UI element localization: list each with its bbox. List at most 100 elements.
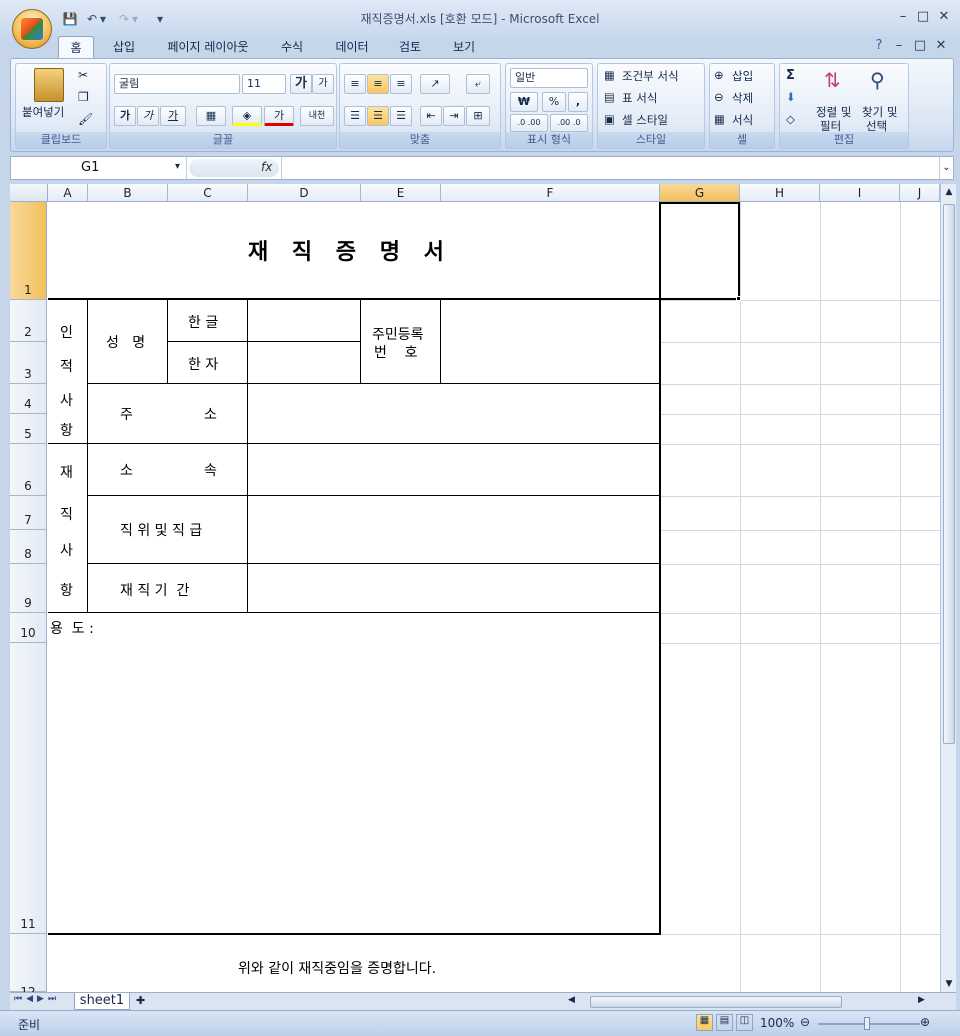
label-sa-2[interactable]: 사: [60, 540, 73, 560]
column-header-b[interactable]: B: [88, 184, 168, 202]
bold-button[interactable]: 가: [114, 106, 136, 126]
column-header-c[interactable]: C: [168, 184, 248, 202]
paste-icon[interactable]: [34, 68, 64, 102]
office-button[interactable]: [12, 9, 52, 49]
certification-statement[interactable]: 위와 같이 재직중임을 증명합니다.: [238, 958, 436, 978]
phonetic-button[interactable]: 내천: [300, 106, 334, 126]
find-select-icon[interactable]: ⚲: [870, 68, 885, 92]
purpose-label[interactable]: 용 도 :: [50, 618, 94, 638]
hangul-label[interactable]: 한 글: [188, 312, 218, 332]
name-box[interactable]: G1: [11, 157, 187, 179]
select-all-button[interactable]: [10, 184, 48, 202]
department-label-2[interactable]: 속: [204, 460, 217, 480]
sheet-nav-icon[interactable]: ⏮◀▶⏭: [14, 994, 60, 1004]
decrease-indent-icon[interactable]: ⇤: [420, 106, 442, 126]
format-cells-icon[interactable]: ▦: [714, 112, 725, 126]
fill-handle[interactable]: [736, 296, 741, 301]
row-header-10[interactable]: 10: [10, 613, 47, 643]
scroll-left-icon[interactable]: ◀: [568, 995, 580, 1008]
address-label-2[interactable]: 소: [204, 404, 217, 424]
zoom-level[interactable]: 100%: [760, 1016, 794, 1030]
column-header-i[interactable]: I: [820, 184, 900, 202]
selected-cell-g1[interactable]: [659, 202, 740, 300]
delete-cells-button[interactable]: 삭제: [732, 90, 753, 106]
align-left-icon[interactable]: ☰: [344, 106, 366, 126]
insert-cells-button[interactable]: 삽입: [732, 68, 753, 84]
font-name-select[interactable]: 굴림: [114, 74, 240, 94]
grow-font-button[interactable]: 가: [290, 74, 312, 94]
insert-function-button[interactable]: fx: [261, 160, 272, 174]
scroll-down-icon[interactable]: ▼: [942, 976, 956, 992]
shrink-font-button[interactable]: 가: [312, 74, 334, 94]
close-button[interactable]: ✕: [935, 9, 953, 24]
cut-icon[interactable]: ✂: [78, 68, 88, 82]
column-header-d[interactable]: D: [248, 184, 361, 202]
row-header-1[interactable]: 1: [10, 202, 47, 300]
label-hang[interactable]: 항: [60, 420, 73, 440]
formula-input[interactable]: [281, 157, 945, 179]
row-header-11[interactable]: 11: [10, 643, 47, 934]
zoom-out-icon[interactable]: ⊖: [800, 1015, 810, 1029]
zoom-in-icon[interactable]: ⊕: [920, 1015, 930, 1029]
resident-number-label-2[interactable]: 번 호: [374, 342, 418, 362]
column-header-e[interactable]: E: [361, 184, 441, 202]
position-label[interactable]: 직 위 및 직 급: [120, 520, 202, 540]
tab-view[interactable]: 보기: [444, 36, 484, 58]
increase-indent-icon[interactable]: ⇥: [443, 106, 465, 126]
workbook-restore-button[interactable]: □: [911, 38, 929, 53]
column-header-g[interactable]: G: [660, 184, 740, 202]
help-icon[interactable]: ?: [870, 38, 888, 53]
currency-button[interactable]: ₩: [510, 92, 538, 112]
number-format-select[interactable]: 일반: [510, 68, 588, 88]
row-header-5[interactable]: 5: [10, 414, 47, 444]
worksheet-grid[interactable]: A B C D E F G H I J 1 2 3 4 5 6 7 8 9 10…: [10, 184, 940, 992]
period-label[interactable]: 재 직 기 간: [120, 580, 189, 600]
borders-button[interactable]: ▦: [196, 106, 226, 126]
expand-formula-bar-icon[interactable]: ⌄: [939, 157, 953, 179]
minimize-button[interactable]: –: [894, 9, 912, 24]
hanja-label[interactable]: 한 자: [188, 354, 218, 374]
orientation-icon[interactable]: ↗: [420, 74, 450, 94]
paste-button[interactable]: 붙여넣기: [22, 104, 64, 120]
document-title[interactable]: 재 직 증 명 서: [248, 234, 452, 266]
format-cells-button[interactable]: 서식: [732, 112, 753, 128]
maximize-button[interactable]: □: [914, 9, 932, 24]
insert-sheet-icon[interactable]: ✚: [136, 994, 145, 1007]
underline-button[interactable]: 가: [160, 106, 186, 126]
cell-style-button[interactable]: 셀 스타일: [622, 112, 668, 128]
conditional-format-icon[interactable]: ▦: [604, 68, 615, 82]
workbook-minimize-button[interactable]: –: [890, 38, 908, 53]
department-label[interactable]: 소: [120, 460, 133, 480]
column-header-h[interactable]: H: [740, 184, 820, 202]
wrap-text-icon[interactable]: ⤶: [466, 74, 490, 94]
workbook-close-button[interactable]: ✕: [932, 38, 950, 53]
scroll-up-icon[interactable]: ▲: [942, 184, 956, 200]
font-color-button[interactable]: 가: [264, 106, 294, 126]
column-header-a[interactable]: A: [48, 184, 88, 202]
conditional-format-button[interactable]: 조건부 서식: [622, 68, 679, 84]
zoom-slider-thumb[interactable]: [864, 1017, 870, 1030]
align-bottom-icon[interactable]: ≡: [390, 74, 412, 94]
table-format-icon[interactable]: ▤: [604, 90, 615, 104]
tab-page-layout[interactable]: 페이지 레이아웃: [156, 36, 260, 58]
increase-decimal-button[interactable]: .0 .00: [510, 114, 548, 132]
label-jae[interactable]: 재: [60, 462, 73, 482]
row-header-4[interactable]: 4: [10, 384, 47, 414]
horizontal-scroll-thumb[interactable]: [590, 996, 842, 1008]
vertical-scrollbar[interactable]: ▲ ▼: [940, 184, 956, 992]
row-header-9[interactable]: 9: [10, 564, 47, 613]
page-layout-view-icon[interactable]: ▤: [716, 1014, 733, 1031]
merge-center-icon[interactable]: ⊞: [466, 106, 490, 126]
column-header-f[interactable]: F: [441, 184, 660, 202]
copy-icon[interactable]: ❐: [78, 90, 89, 104]
resident-number-label[interactable]: 주민등록: [372, 324, 424, 344]
page-break-view-icon[interactable]: ◫: [736, 1014, 753, 1031]
vertical-scroll-thumb[interactable]: [943, 204, 955, 744]
format-painter-icon[interactable]: 🖌: [78, 112, 93, 126]
label-jik[interactable]: 직: [60, 504, 73, 524]
decrease-decimal-button[interactable]: .00 .0: [550, 114, 588, 132]
column-header-j[interactable]: J: [900, 184, 940, 202]
label-sa[interactable]: 사: [60, 390, 73, 410]
row-header-3[interactable]: 3: [10, 342, 47, 384]
delete-cells-icon[interactable]: ⊖: [714, 90, 724, 104]
